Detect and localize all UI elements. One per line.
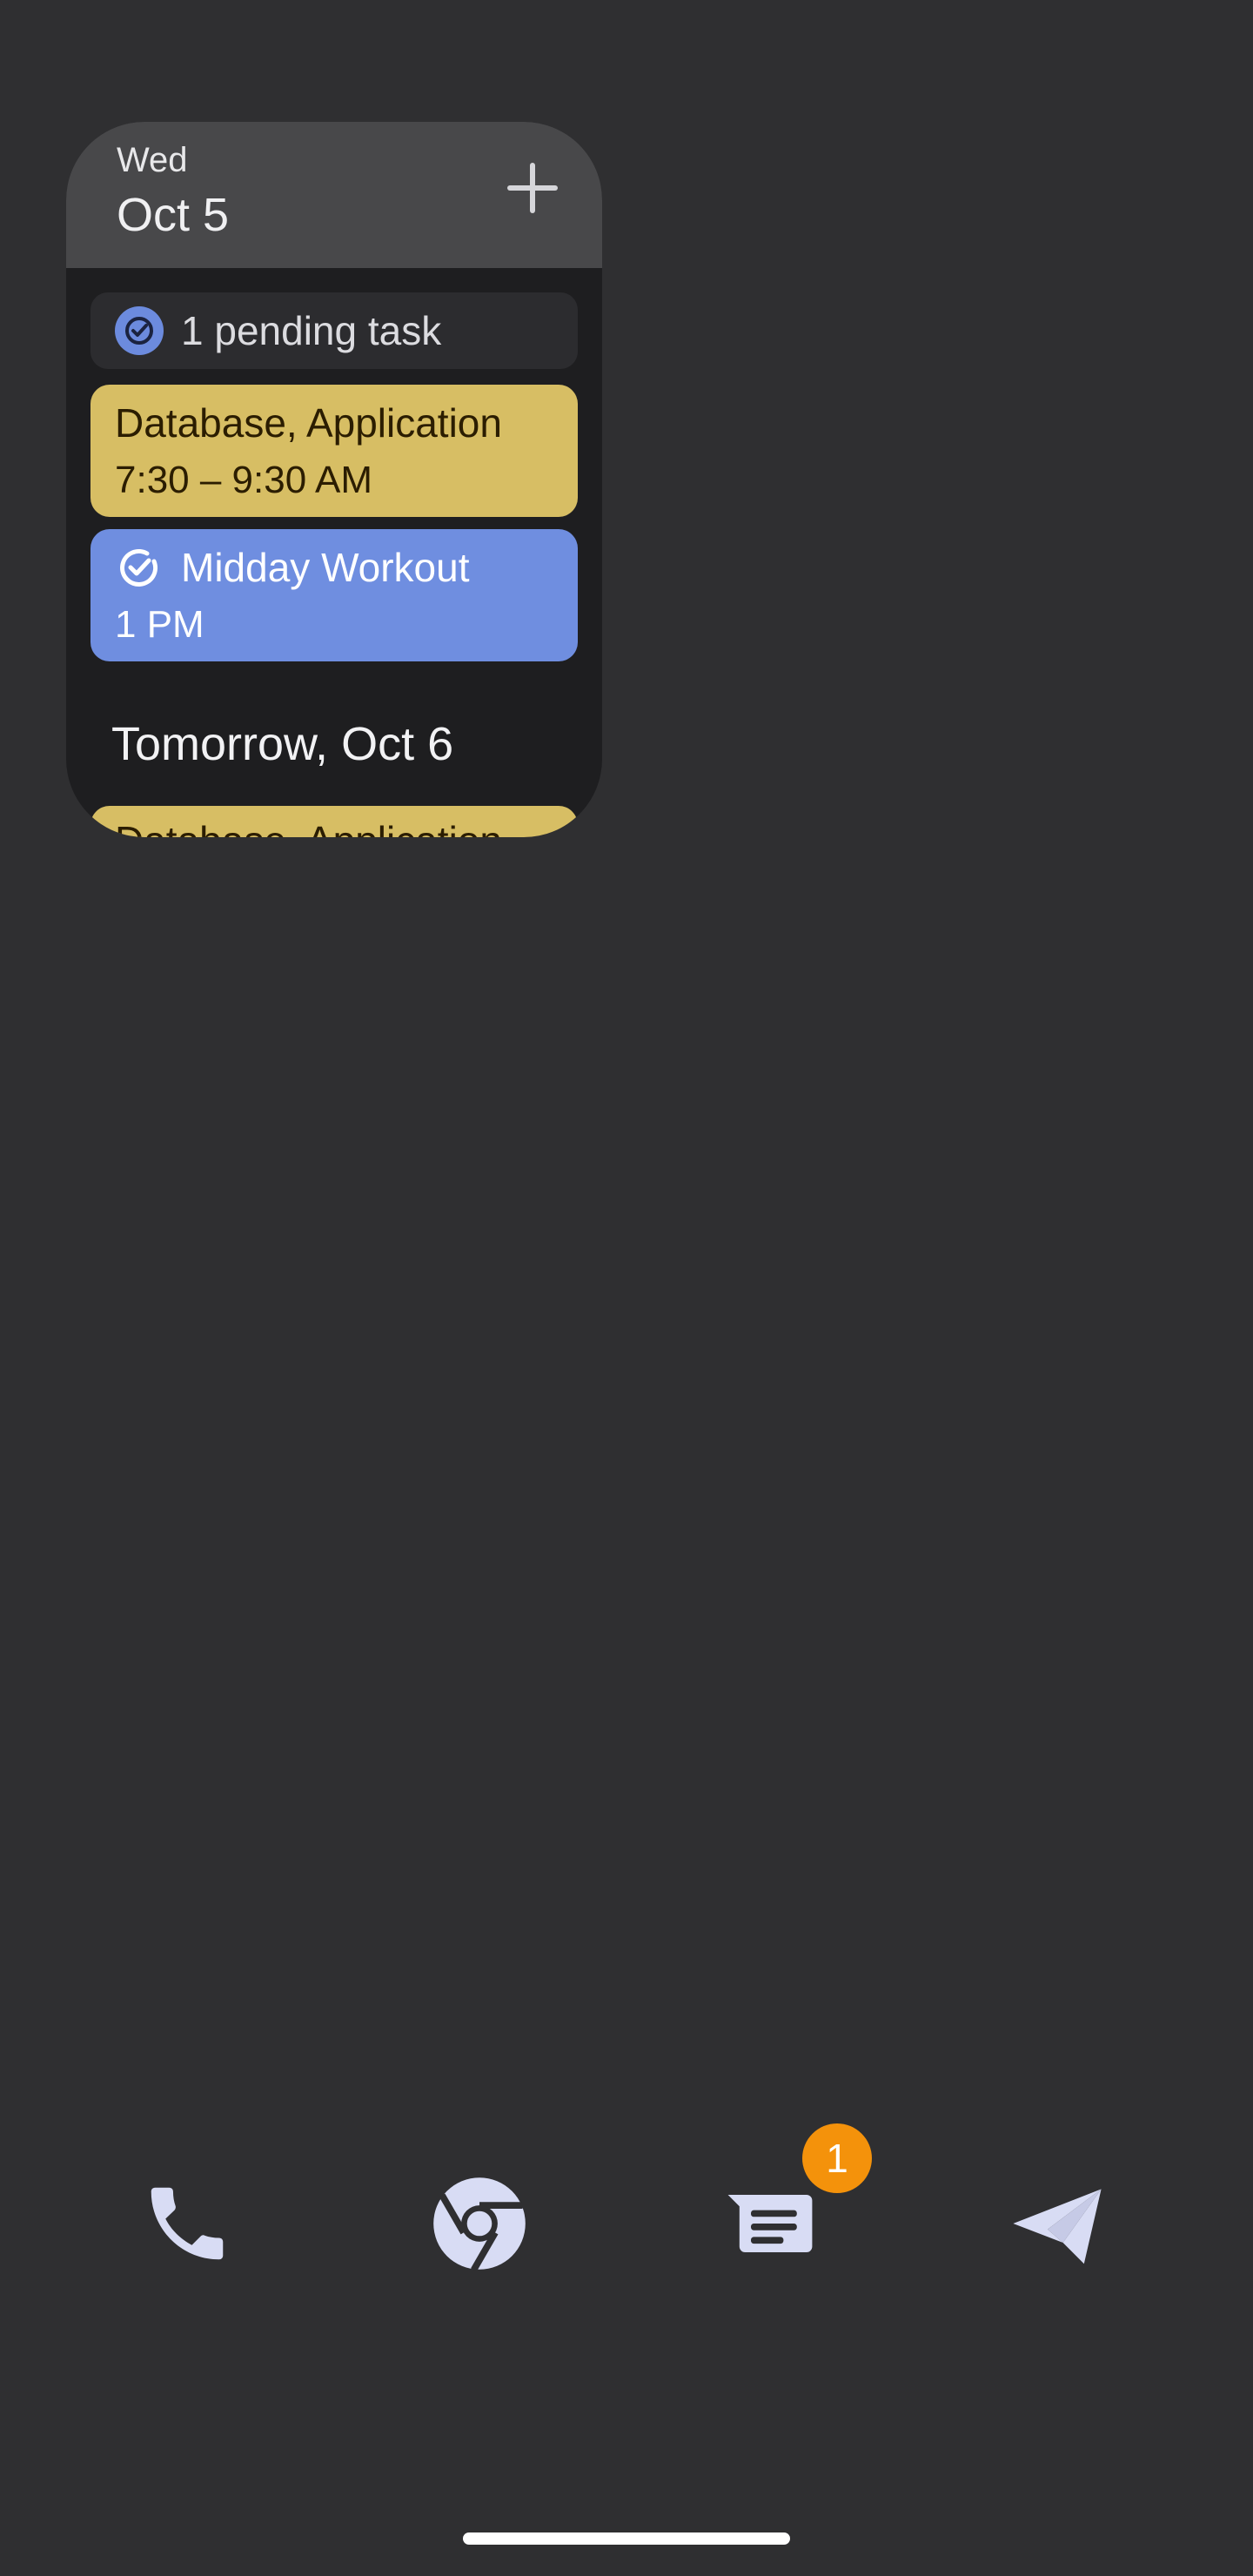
phone-icon [151,2187,224,2260]
messages-app[interactable] [722,2176,818,2271]
event-title: Database, Application [115,400,502,446]
add-event-button[interactable] [498,153,567,223]
messages-badge: 1 [802,2123,872,2193]
task-check-icon [115,543,164,592]
event-time: 1 PM [115,603,204,646]
send-icon [1013,2189,1102,2264]
pending-task-label: 1 pending task [181,308,442,353]
home-indicator[interactable] [463,2532,790,2545]
calendar-widget[interactable]: Wed Oct 5 1 pending task Database, Appli… [66,122,602,837]
phone-app[interactable] [139,2176,235,2271]
pending-task-chip[interactable]: 1 pending task [90,292,578,369]
weekday-label: Wed [117,141,188,179]
chrome-icon [433,2177,526,2271]
widget-header: Wed Oct 5 [66,122,602,268]
chrome-app[interactable] [432,2176,527,2271]
task-check-icon [115,306,164,355]
event-title: Database, Application [115,815,502,837]
date-label: Oct 5 [117,189,230,241]
plus-icon [507,163,558,213]
event-database-application-tomorrow[interactable]: Database, Application [90,806,578,837]
event-time: 7:30 – 9:30 AM [115,459,372,501]
send-app[interactable] [1009,2176,1105,2271]
event-midday-workout[interactable]: Midday Workout 1 PM [90,529,578,661]
event-database-application[interactable]: Database, Application 7:30 – 9:30 AM [90,385,578,517]
tomorrow-heading: Tomorrow, Oct 6 [111,718,454,770]
home-screen: Wed Oct 5 1 pending task Database, Appli… [0,0,1253,2576]
messages-icon [727,2195,813,2252]
event-title: Midday Workout [181,545,470,590]
